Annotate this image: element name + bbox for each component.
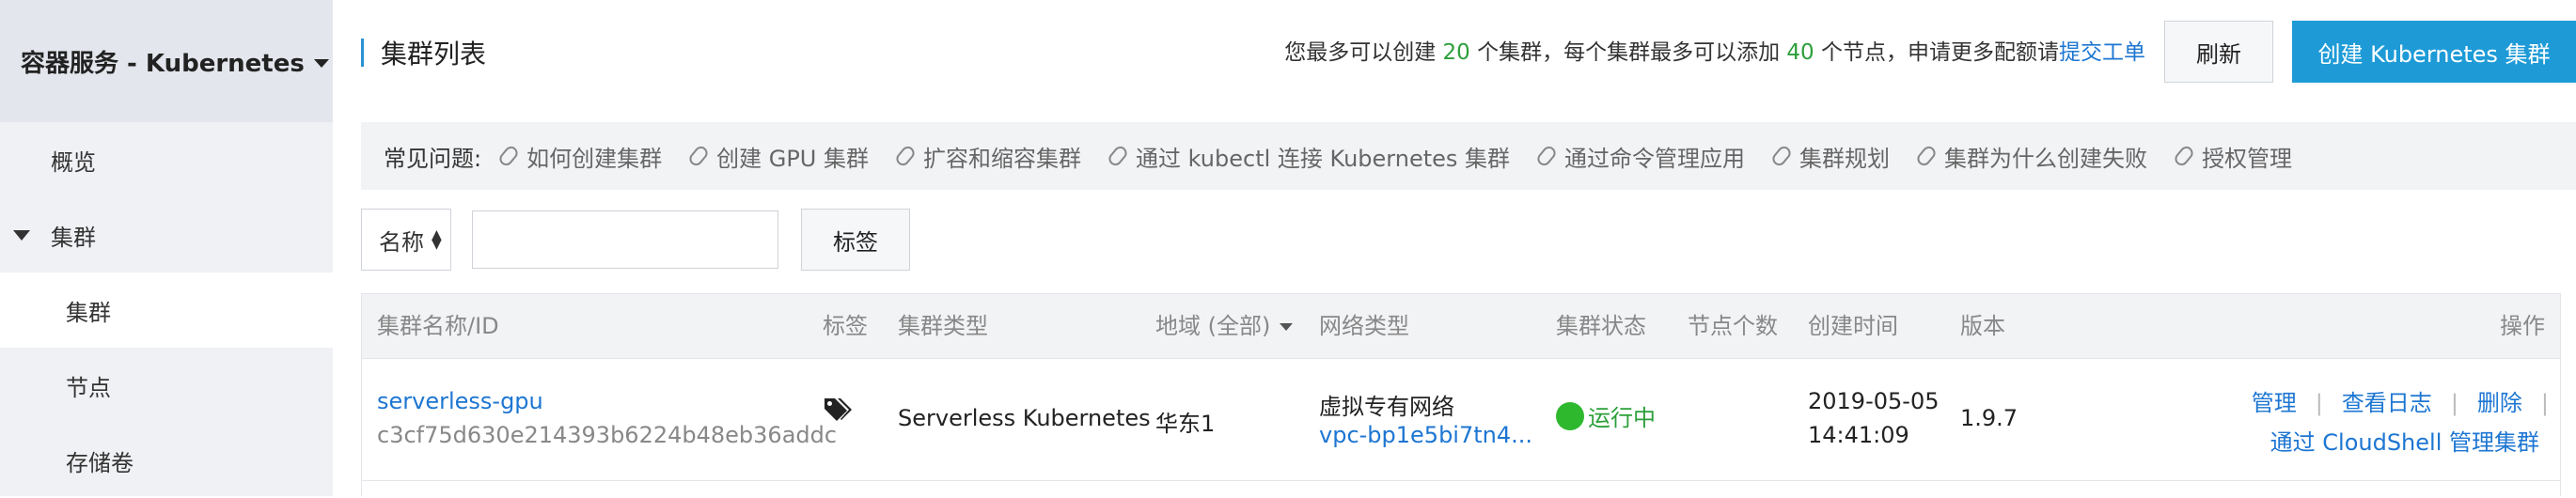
column-header-actions: 操作 bbox=[2500, 313, 2545, 339]
action-separator: | bbox=[2540, 390, 2549, 416]
link-icon bbox=[1914, 144, 1939, 168]
sidebar-item-label: 节点 bbox=[66, 374, 111, 401]
column-header-created: 创建时间 bbox=[1808, 313, 1898, 339]
sidebar-item-label: 集群 bbox=[51, 224, 96, 251]
quota-nodes: 40 bbox=[1786, 40, 1814, 65]
column-header-nodes: 节点个数 bbox=[1688, 313, 1778, 339]
tag-filter-button[interactable]: 标签 bbox=[801, 209, 910, 271]
cluster-id: c3cf75d630e214393b6224b48eb36addc bbox=[377, 422, 838, 448]
row-divider bbox=[362, 480, 2560, 481]
cluster-name-link[interactable]: serverless-gpu bbox=[377, 388, 543, 414]
delete-link[interactable]: 删除 bbox=[2477, 390, 2522, 416]
column-header-version: 版本 bbox=[1960, 313, 2005, 339]
quota-prefix: 您最多可以创建 bbox=[1284, 40, 1437, 65]
link-icon bbox=[686, 144, 711, 168]
link-icon bbox=[496, 144, 521, 168]
link-icon bbox=[2172, 144, 2196, 168]
quota-mid: 个集群，每个集群最多可以添加 bbox=[1477, 40, 1781, 65]
cloudshell-link[interactable]: 通过 CloudShell 管理集群 bbox=[2270, 424, 2539, 457]
cluster-table: 集群名称/ID 标签 集群类型 地域 (全部) 网络类型 集群状态 节点个数 创… bbox=[361, 293, 2561, 496]
link-icon bbox=[1106, 144, 1130, 168]
product-switcher[interactable]: 容器服务 - Kubernetes bbox=[0, 0, 333, 122]
created-time: 14:41:09 bbox=[1808, 422, 1909, 448]
faq-link[interactable]: 授权管理 bbox=[2172, 140, 2292, 173]
sidebar: 容器服务 - Kubernetes 概览 集群 集群 节点 存储卷 bbox=[0, 0, 333, 496]
quota-clusters: 20 bbox=[1442, 40, 1470, 65]
status-badge: 运行中 bbox=[1556, 399, 1656, 432]
sidebar-item-overview[interactable]: 概览 bbox=[0, 122, 333, 197]
submit-ticket-link[interactable]: 提交工单 bbox=[2059, 40, 2145, 65]
column-header-name: 集群名称/ID bbox=[377, 313, 499, 339]
action-separator: | bbox=[2315, 390, 2323, 416]
cluster-version: 1.9.7 bbox=[1960, 405, 2018, 431]
quota-notice: 您最多可以创建 20 个集群，每个集群最多可以添加 40 个节点，申请更多配额请… bbox=[1284, 36, 2145, 70]
column-header-region[interactable]: 地域 (全部) bbox=[1155, 294, 1294, 358]
faq-bar: 常见问题: 如何创建集群 创建 GPU 集群 扩容和缩容集群 通过 kubect… bbox=[361, 122, 2576, 190]
cluster-region: 华东1 bbox=[1155, 411, 1216, 437]
faq-link[interactable]: 集群为什么创建失败 bbox=[1914, 140, 2147, 173]
row-actions: 管理 | 查看日志 | 删除 | bbox=[2252, 384, 2549, 417]
faq-link[interactable]: 通过命令管理应用 bbox=[1534, 140, 1745, 173]
table-header: 集群名称/ID 标签 集群类型 地域 (全部) 网络类型 集群状态 节点个数 创… bbox=[362, 294, 2560, 359]
cluster-type: Serverless Kubernetes bbox=[898, 405, 1151, 431]
create-cluster-button[interactable]: 创建 Kubernetes 集群 bbox=[2292, 21, 2576, 83]
sort-arrows-icon: ▲ ▼ bbox=[432, 227, 442, 252]
sidebar-item-label: 概览 bbox=[51, 148, 96, 176]
quota-suffix: 个节点，申请更多配额请 bbox=[1821, 40, 2059, 65]
title-accent-bar bbox=[361, 39, 364, 67]
filter-field-select[interactable]: 名称 ▲ ▼ bbox=[361, 209, 451, 271]
column-header-status: 集群状态 bbox=[1556, 313, 1646, 339]
network-type: 虚拟专有网络 bbox=[1319, 394, 1454, 420]
faq-link[interactable]: 集群规划 bbox=[1769, 140, 1890, 173]
search-input[interactable] bbox=[472, 210, 778, 269]
sidebar-item-volumes[interactable]: 存储卷 bbox=[0, 423, 333, 498]
sidebar-item-clusters[interactable]: 集群 bbox=[0, 272, 333, 348]
faq-link[interactable]: 通过 kubectl 连接 Kubernetes 集群 bbox=[1106, 140, 1510, 173]
column-header-tags: 标签 bbox=[823, 313, 868, 339]
action-separator: | bbox=[2450, 390, 2458, 416]
faq-link[interactable]: 如何创建集群 bbox=[496, 140, 662, 173]
link-icon bbox=[1534, 144, 1559, 168]
manage-link[interactable]: 管理 bbox=[2252, 390, 2297, 416]
tags-icon[interactable] bbox=[823, 396, 853, 429]
product-title: 容器服务 - Kubernetes bbox=[21, 49, 305, 78]
faq-link[interactable]: 创建 GPU 集群 bbox=[686, 140, 869, 173]
faq-link[interactable]: 扩容和缩容集群 bbox=[893, 140, 1081, 173]
refresh-button[interactable]: 刷新 bbox=[2164, 21, 2273, 83]
caret-down-icon bbox=[1280, 323, 1294, 331]
caret-down-icon bbox=[313, 58, 329, 68]
page-title: 集群列表 bbox=[381, 39, 487, 70]
created-date: 2019-05-05 bbox=[1808, 388, 1940, 414]
sidebar-item-label: 存储卷 bbox=[66, 449, 134, 476]
link-icon bbox=[1769, 144, 1794, 168]
sidebar-item-label: 集群 bbox=[66, 299, 111, 326]
page-header: 集群列表 bbox=[361, 36, 486, 70]
link-icon bbox=[893, 144, 918, 168]
triangle-down-icon bbox=[13, 229, 30, 241]
filter-select-value: 名称 bbox=[379, 228, 424, 256]
running-status-icon bbox=[1556, 401, 1584, 430]
column-header-type: 集群类型 bbox=[898, 313, 988, 339]
sidebar-item-nodes[interactable]: 节点 bbox=[0, 348, 333, 423]
sidebar-group-cluster[interactable]: 集群 bbox=[0, 197, 333, 272]
view-logs-link[interactable]: 查看日志 bbox=[2342, 390, 2432, 416]
vpc-link[interactable]: vpc-bp1e5bi7tn4... bbox=[1319, 422, 1532, 448]
column-header-network: 网络类型 bbox=[1319, 313, 1409, 339]
faq-label: 常见问题: bbox=[384, 145, 482, 172]
